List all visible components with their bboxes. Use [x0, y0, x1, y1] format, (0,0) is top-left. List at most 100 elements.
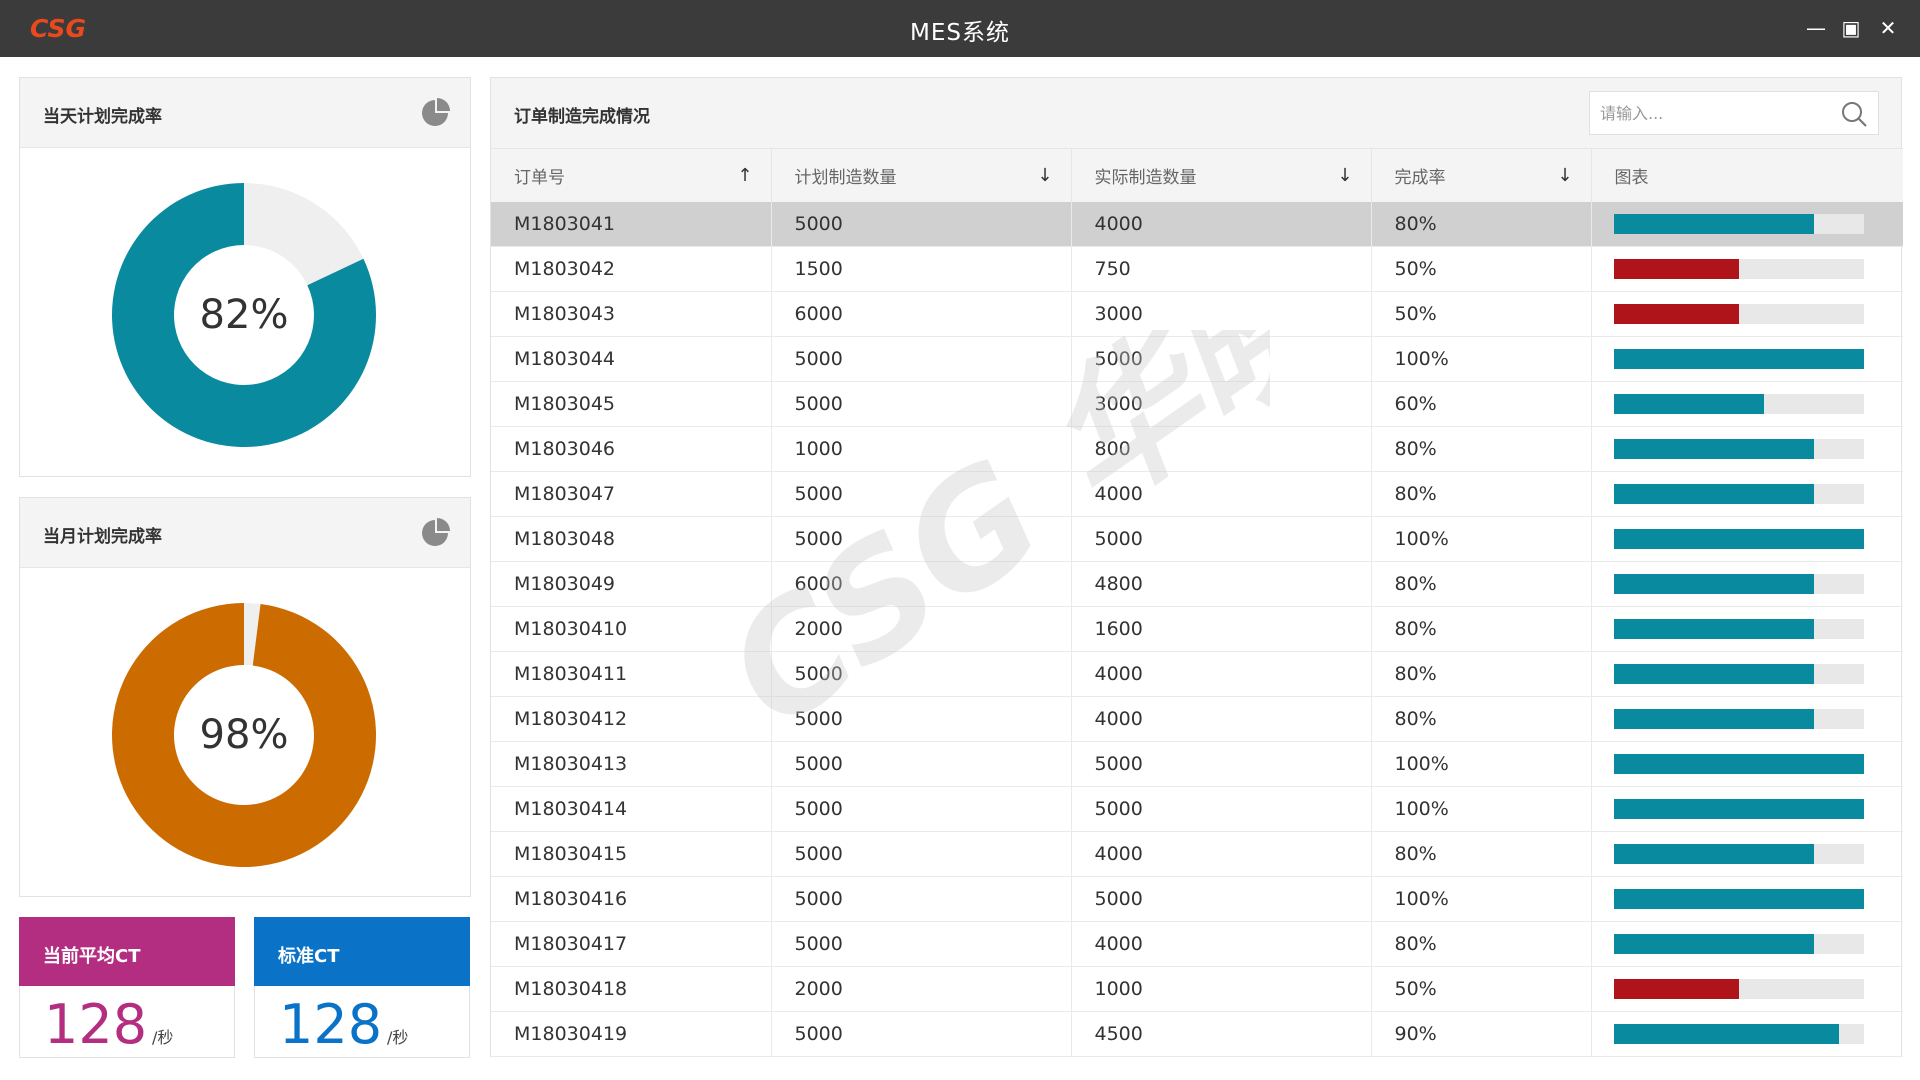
table-row[interactable]: M18030411 5000 4000 80% [491, 651, 1903, 697]
table-row[interactable]: M18030415 5000 4000 80% [491, 831, 1903, 877]
progress-bar-fill [1613, 889, 1864, 909]
sort-descending-icon[interactable]: ↓ [1337, 165, 1352, 186]
cell-id: M18030415 [491, 831, 772, 877]
panel-header: 订单制造完成情况 [491, 78, 1901, 148]
progress-bar-track [1613, 709, 1864, 729]
table-row[interactable]: M18030418 2000 1000 50% [491, 966, 1903, 1012]
cell-plan: 5000 [771, 741, 1072, 787]
cell-plan: 5000 [771, 201, 1072, 247]
cell-rate: 100% [1371, 336, 1592, 382]
table-body: M1803041 5000 4000 80% M1803042 1500 750 50% M18… [491, 201, 1903, 1057]
cell-id: M1803049 [491, 561, 772, 607]
cell-chart [1591, 291, 1903, 337]
pie-chart-icon[interactable] [420, 518, 450, 548]
panel-title: 当天计划完成率 [43, 107, 162, 127]
progress-bar-track [1613, 574, 1864, 594]
table-row[interactable]: M1803045 5000 3000 60% [491, 381, 1903, 427]
table-row[interactable]: M1803049 6000 4800 80% [491, 561, 1903, 607]
cell-actual: 5000 [1071, 876, 1372, 922]
cell-actual: 4000 [1071, 201, 1372, 247]
table-row[interactable]: M1803047 5000 4000 80% [491, 471, 1903, 517]
table-row[interactable]: M1803046 1000 800 80% [491, 426, 1903, 472]
progress-bar-fill [1613, 394, 1764, 414]
table-row[interactable]: M18030416 5000 5000 100% [491, 876, 1903, 922]
cell-chart [1591, 561, 1903, 607]
table-row[interactable]: M1803043 6000 3000 50% [491, 291, 1903, 337]
column-header-label: 完成率 [1394, 167, 1446, 188]
cell-chart [1591, 246, 1903, 292]
search-icon[interactable] [1840, 100, 1868, 128]
table-row[interactable]: M18030414 5000 5000 100% [491, 786, 1903, 832]
cell-id: M1803048 [491, 516, 772, 562]
progress-bar-fill [1613, 844, 1814, 864]
cell-plan: 5000 [771, 696, 1072, 742]
cell-actual: 800 [1071, 426, 1372, 472]
table-row[interactable]: M18030419 5000 4500 90% [491, 1011, 1903, 1057]
progress-bar-track [1613, 619, 1864, 639]
progress-bar-fill [1613, 259, 1739, 279]
sort-descending-icon[interactable]: ↓ [1557, 165, 1572, 186]
std-ct-card: 标准CT 128 /秒 [254, 917, 470, 1058]
pie-chart-icon[interactable] [420, 98, 450, 128]
cell-id: M18030412 [491, 696, 772, 742]
std-ct-header: 标准CT [254, 917, 470, 986]
column-header[interactable]: 实际制造数量 ↓ [1071, 148, 1372, 202]
cell-id: M1803045 [491, 381, 772, 427]
cell-actual: 3000 [1071, 381, 1372, 427]
cell-chart [1591, 696, 1903, 742]
cell-chart [1591, 651, 1903, 697]
table-row[interactable]: M1803042 1500 750 50% [491, 246, 1903, 292]
table-row[interactable]: M1803044 5000 5000 100% [491, 336, 1903, 382]
cell-actual: 4000 [1071, 696, 1372, 742]
cell-plan: 5000 [771, 1011, 1072, 1057]
table-row[interactable]: M1803048 5000 5000 100% [491, 516, 1903, 562]
table-row[interactable]: M18030412 5000 4000 80% [491, 696, 1903, 742]
cell-rate: 50% [1371, 966, 1592, 1012]
table-row[interactable]: M18030417 5000 4000 80% [491, 921, 1903, 967]
progress-bar-fill [1613, 574, 1814, 594]
maximize-icon[interactable]: ▣ [1837, 14, 1865, 42]
table-row[interactable]: M1803041 5000 4000 80% [491, 201, 1903, 247]
panel-header: 当天计划完成率 [20, 78, 470, 148]
progress-bar-fill [1613, 979, 1739, 999]
search-box[interactable] [1589, 91, 1879, 135]
cell-actual: 4000 [1071, 921, 1372, 967]
close-icon[interactable]: ✕ [1874, 14, 1902, 42]
column-header-label: 计划制造数量 [794, 167, 897, 188]
cell-rate: 100% [1371, 876, 1592, 922]
cell-rate: 50% [1371, 291, 1592, 337]
table-row[interactable]: M18030413 5000 5000 100% [491, 741, 1903, 787]
progress-bar-fill [1613, 664, 1814, 684]
sort-descending-icon[interactable]: ↓ [1037, 165, 1052, 186]
column-header[interactable]: 完成率 ↓ [1371, 148, 1592, 202]
std-ct-label: 标准CT [278, 946, 340, 967]
cell-rate: 100% [1371, 516, 1592, 562]
cell-id: M1803041 [491, 201, 772, 247]
progress-bar-track [1613, 484, 1864, 504]
monthly-percent-label: 98% [199, 712, 289, 758]
progress-bar-track [1613, 349, 1864, 369]
cell-plan: 1500 [771, 246, 1072, 292]
cell-rate: 100% [1371, 741, 1592, 787]
column-header[interactable]: 图表 [1591, 148, 1903, 202]
avg-ct-label: 当前平均CT [43, 946, 141, 967]
column-header[interactable]: 计划制造数量 ↓ [771, 148, 1072, 202]
cell-rate: 60% [1371, 381, 1592, 427]
progress-bar-track [1613, 213, 1864, 234]
cell-actual: 4000 [1071, 471, 1372, 517]
cell-actual: 750 [1071, 246, 1372, 292]
search-input[interactable] [1600, 102, 1830, 124]
cell-rate: 80% [1371, 201, 1592, 247]
column-header[interactable]: 订单号 ↑ [491, 148, 772, 202]
table-row[interactable]: M18030410 2000 1600 80% [491, 606, 1903, 652]
cell-chart [1591, 786, 1903, 832]
minimize-icon[interactable]: — [1802, 14, 1830, 42]
sort-ascending-icon[interactable]: ↑ [737, 165, 752, 186]
cell-rate: 80% [1371, 831, 1592, 877]
progress-bar-track [1613, 889, 1864, 909]
cell-actual: 1600 [1071, 606, 1372, 652]
cell-id: M18030413 [491, 741, 772, 787]
progress-bar-fill [1613, 304, 1739, 324]
panel-title: 订单制造完成情况 [514, 107, 650, 127]
cell-rate: 80% [1371, 696, 1592, 742]
